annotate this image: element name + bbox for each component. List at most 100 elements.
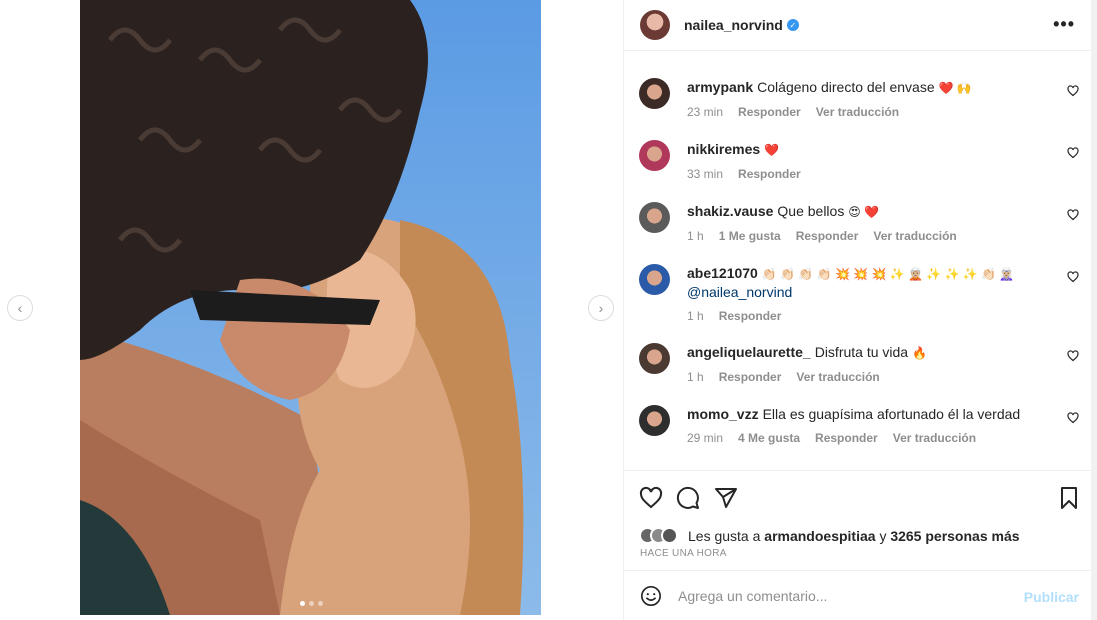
heart-icon[interactable] — [639, 486, 663, 510]
comment-time[interactable]: 1 h — [687, 229, 704, 243]
comment-meta: 1 h Responder Ver traducción — [687, 370, 1047, 384]
author-avatar[interactable] — [640, 10, 670, 40]
commenter-username[interactable]: momo_vzz — [687, 406, 759, 422]
next-photo-button[interactable]: › — [588, 295, 614, 321]
comments-list: armypank Colágeno directo del envase ❤️ 🙌… — [624, 52, 1092, 470]
comment-text: Ella es guapísima afortunado él la verda… — [762, 406, 1021, 422]
comment-emoji: 🔥 — [911, 346, 927, 360]
liker-avatar — [661, 527, 678, 544]
translate-button[interactable]: Ver traducción — [873, 229, 956, 243]
comment-text-line: abe121070 👏🏻 👏🏻 👏🏻 👏🏻 💥 💥 💥 ✨ 🧝🏼 ✨ ✨ ✨ 👏🏻… — [687, 264, 1047, 301]
translate-button[interactable]: Ver traducción — [816, 105, 899, 119]
comment-body: shakiz.vause Que bellos 😍 ❤️ 1 h 1 Me gusta… — [687, 202, 1047, 243]
more-options-icon[interactable]: ••• — [1053, 14, 1075, 35]
post-photo[interactable] — [80, 0, 541, 615]
reply-button[interactable]: Responder — [738, 167, 801, 181]
reply-button[interactable]: Responder — [796, 229, 859, 243]
publish-button[interactable]: Publicar — [1024, 589, 1079, 605]
comment-emoji: 👏🏻 👏🏻 👏🏻 👏🏻 💥 💥 💥 ✨ 🧝🏼 ✨ ✨ ✨ 👏🏻 🧝🏼‍♀️ — [761, 267, 1015, 281]
comment-meta: 33 min Responder — [687, 167, 1047, 181]
comment-meta: 29 min 4 Me gusta Responder Ver traducción — [687, 431, 1047, 445]
likes-others[interactable]: 3265 personas más — [890, 528, 1019, 544]
translate-button[interactable]: Ver traducción — [893, 431, 976, 445]
media-area: ‹ › — [0, 0, 623, 620]
comment-emoji: ❤️ 🙌 — [938, 81, 972, 95]
comment-body: momo_vzz Ella es guapísima afortunado él … — [687, 405, 1047, 445]
chevron-left-icon: ‹ — [17, 300, 23, 316]
bookmark-icon[interactable] — [1057, 486, 1081, 510]
comment-meta: 1 h 1 Me gusta Responder Ver traducción — [687, 229, 1047, 243]
comment-body: armypank Colágeno directo del envase ❤️ 🙌… — [687, 78, 1047, 119]
carousel-dot — [318, 601, 323, 606]
comment-meta: 1 h Responder — [687, 309, 1047, 323]
post-side-panel: nailea_norvind ✓ ••• armypank Colágeno di… — [623, 0, 1092, 620]
reply-button[interactable]: Responder — [738, 105, 801, 119]
comment-body: abe121070 👏🏻 👏🏻 👏🏻 👏🏻 💥 💥 💥 ✨ 🧝🏼 ✨ ✨ ✨ 👏🏻… — [687, 264, 1047, 323]
liker-avatars — [639, 527, 678, 544]
translate-button[interactable]: Ver traducción — [796, 370, 879, 384]
comment-time[interactable]: 1 h — [687, 370, 704, 384]
commenter-username[interactable]: nikkiremes — [687, 141, 760, 157]
commenter-username[interactable]: armypank — [687, 79, 753, 95]
comment-text: Que bellos — [777, 203, 845, 219]
verified-badge-icon: ✓ — [786, 19, 799, 31]
comment-like-heart-icon[interactable] — [1067, 209, 1079, 221]
likes-connector: y — [879, 527, 887, 544]
post-photo-illustration — [80, 0, 541, 615]
comment-time[interactable]: 1 h — [687, 309, 704, 323]
comment-time[interactable]: 33 min — [687, 167, 723, 181]
previous-photo-button[interactable]: ‹ — [7, 295, 33, 321]
commenter-avatar[interactable] — [639, 264, 670, 295]
comment-text-line: armypank Colágeno directo del envase ❤️ 🙌 — [687, 78, 1047, 97]
reply-button[interactable]: Responder — [815, 431, 878, 445]
comment-like-heart-icon[interactable] — [1067, 350, 1079, 362]
commenter-avatar[interactable] — [639, 202, 670, 233]
comment-time[interactable]: 23 min — [687, 105, 723, 119]
carousel-dot — [309, 601, 314, 606]
comment-composer: Publicar — [624, 570, 1092, 620]
comment-body: angeliquelaurette_ Disfruta tu vida 🔥 1 h R… — [687, 343, 1047, 384]
author-username[interactable]: nailea_norvind — [684, 17, 783, 33]
likes-summary: Les gusta a armandoespitiaa y 3265 perso… — [639, 527, 1020, 544]
post-actions: Les gusta a armandoespitiaa y 3265 perso… — [624, 470, 1092, 570]
comment-emoji: ❤️ — [764, 143, 780, 157]
comment-mention[interactable]: @nailea_norvind — [687, 284, 792, 300]
comment-like-count[interactable]: 1 Me gusta — [719, 229, 781, 243]
comment-like-heart-icon[interactable] — [1067, 412, 1079, 424]
commenter-avatar[interactable] — [639, 140, 670, 171]
comment-text: Disfruta tu vida — [814, 344, 909, 360]
comment-like-heart-icon[interactable] — [1067, 85, 1079, 97]
comment-icon[interactable] — [676, 486, 700, 510]
liker-username[interactable]: armandoespitiaa — [764, 528, 875, 544]
comment-text-line: nikkiremes ❤️ — [687, 140, 1047, 159]
comment-meta: 23 min Responder Ver traducción — [687, 105, 1047, 119]
reply-button[interactable]: Responder — [719, 370, 782, 384]
comment-text-line: angeliquelaurette_ Disfruta tu vida 🔥 — [687, 343, 1047, 362]
commenter-avatar[interactable] — [639, 405, 670, 436]
chevron-right-icon: › — [598, 300, 604, 316]
emoji-icon[interactable] — [640, 585, 662, 607]
comment-like-count[interactable]: 4 Me gusta — [738, 431, 800, 445]
comment-text-line: shakiz.vause Que bellos 😍 ❤️ — [687, 202, 1047, 221]
page-scrollbar[interactable] — [1091, 0, 1097, 620]
carousel-dots — [300, 601, 323, 606]
send-icon[interactable] — [714, 486, 738, 510]
comment-body: nikkiremes ❤️ 33 min Responder — [687, 140, 1047, 181]
comment-text: Colágeno directo del envase — [757, 79, 935, 95]
comment-like-heart-icon[interactable] — [1067, 271, 1079, 283]
commenter-avatar[interactable] — [639, 78, 670, 109]
carousel-dot — [300, 601, 305, 606]
comment-emoji: 😍 ❤️ — [848, 205, 880, 219]
comment-like-heart-icon[interactable] — [1067, 147, 1079, 159]
commenter-username[interactable]: abe121070 — [687, 265, 758, 281]
comment-text-line: momo_vzz Ella es guapísima afortunado él … — [687, 405, 1047, 423]
likes-prefix: Les gusta a — [688, 527, 761, 544]
post-header: nailea_norvind ✓ ••• — [624, 0, 1091, 51]
commenter-avatar[interactable] — [639, 343, 670, 374]
comment-input[interactable] — [678, 587, 1008, 604]
commenter-username[interactable]: shakiz.vause — [687, 203, 773, 219]
comment-time[interactable]: 29 min — [687, 431, 723, 445]
reply-button[interactable]: Responder — [719, 309, 782, 323]
post-timestamp[interactable]: HACE UNA HORA — [640, 548, 727, 559]
commenter-username[interactable]: angeliquelaurette_ — [687, 344, 811, 360]
